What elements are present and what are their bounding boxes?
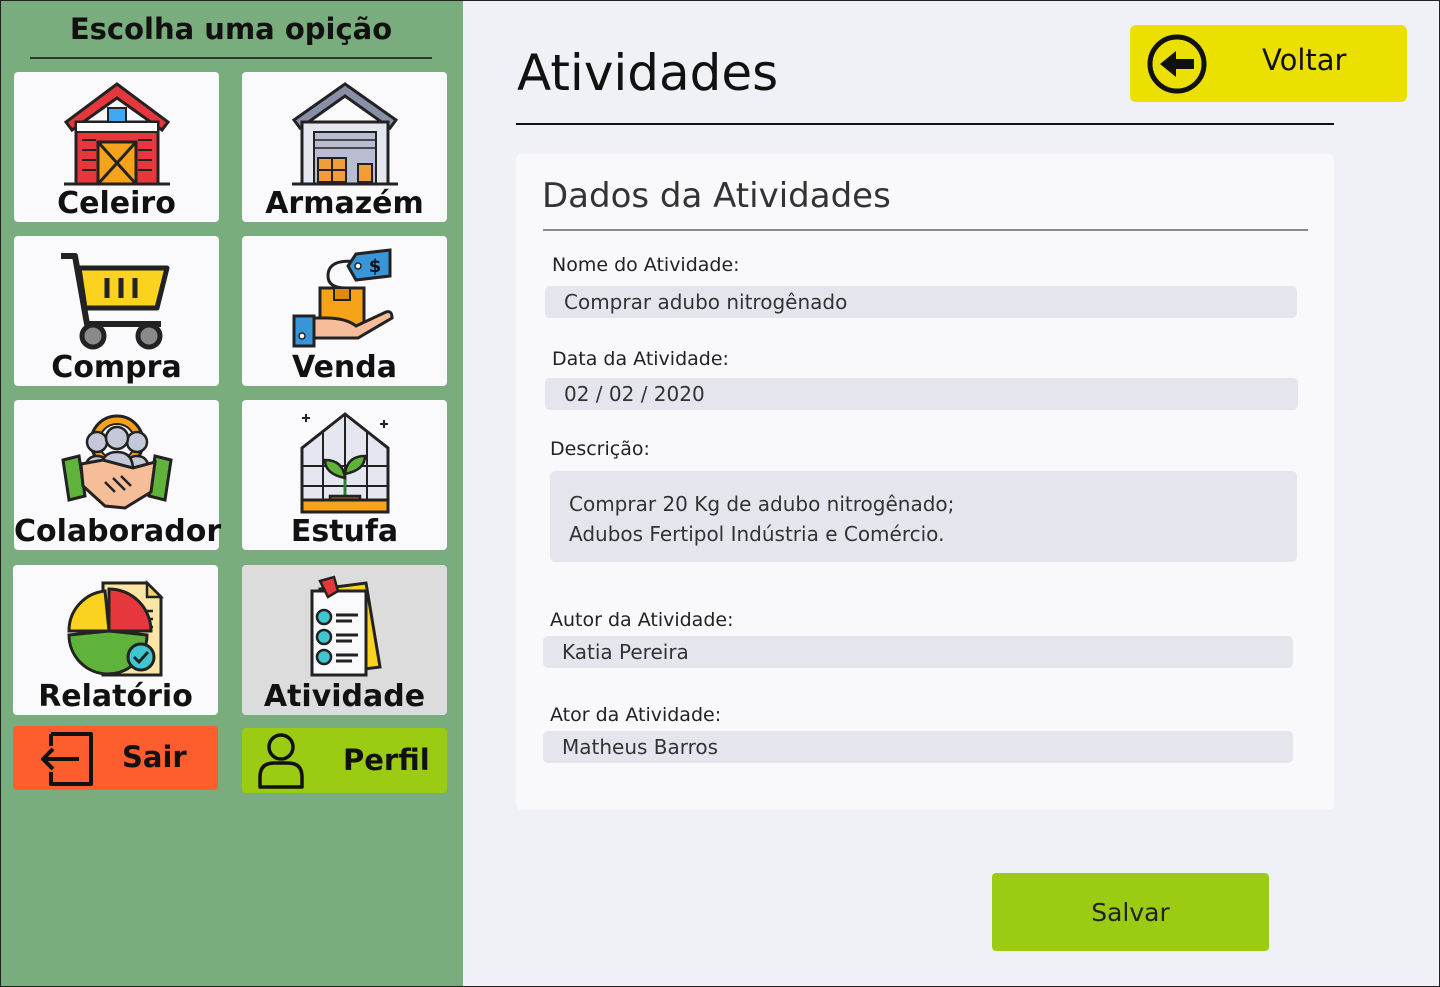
menu-tile-label: Estufa <box>290 514 399 549</box>
actor-label: Ator da Atividade: <box>550 704 722 726</box>
menu-tile-armazem[interactable]: Armazém <box>242 72 447 222</box>
sale-box-icon: $ <box>292 248 394 348</box>
menu-tile-label: Celeiro <box>57 186 176 221</box>
sidebar-title: Escolha uma opição <box>69 12 393 46</box>
menu-tile-label: Atividade <box>263 679 426 714</box>
description-line: Comprar 20 Kg de adubo nitrogênado; <box>569 492 955 516</box>
back-button[interactable]: Voltar <box>1130 25 1407 102</box>
save-button[interactable]: Salvar <box>992 873 1269 951</box>
actor-field[interactable]: Matheus Barros <box>543 731 1293 763</box>
sidebar-divider <box>30 57 432 59</box>
description-field[interactable]: Comprar 20 Kg de adubo nitrogênado; Adub… <box>550 471 1297 562</box>
logout-label: Sair <box>122 740 187 774</box>
handshake-team-icon <box>60 414 173 510</box>
menu-tile-celeiro[interactable]: Celeiro <box>14 72 219 222</box>
checklist-icon <box>310 575 382 677</box>
svg-text:$: $ <box>368 256 381 277</box>
greenhouse-icon <box>300 412 389 514</box>
menu-tile-atividade[interactable]: Atividade <box>242 565 447 715</box>
description-label: Descrição: <box>550 438 650 460</box>
title-divider <box>516 123 1334 125</box>
menu-tile-estufa[interactable]: Estufa <box>242 400 447 550</box>
date-label: Data da Atividade: <box>552 348 729 370</box>
menu-tile-compra[interactable]: Compra <box>14 236 219 386</box>
form-title: Dados da Atividades <box>542 176 891 216</box>
arrow-left-circle-icon <box>1147 34 1207 94</box>
report-chart-icon <box>66 579 164 677</box>
author-label: Autor da Atividade: <box>550 609 734 631</box>
menu-tile-label: Relatório <box>38 679 193 714</box>
user-icon <box>258 733 304 789</box>
profile-button[interactable]: Perfil <box>242 728 447 793</box>
shopping-cart-icon <box>60 253 169 350</box>
logout-icon <box>41 732 93 786</box>
menu-tile-label: Colaborador <box>14 514 222 549</box>
form-divider <box>543 229 1308 231</box>
logout-button[interactable]: Sair <box>13 726 218 790</box>
menu-tile-colaborador[interactable]: Colaborador <box>14 400 222 550</box>
author-field[interactable]: Katia Pereira <box>543 636 1293 668</box>
barn-icon <box>63 82 170 186</box>
menu-tile-label: Compra <box>51 350 182 385</box>
activity-form-card: Dados da Atividades Nome do Atividade: C… <box>516 154 1334 810</box>
profile-label: Perfil <box>343 743 430 777</box>
name-field[interactable]: Comprar adubo nitrogênado <box>545 286 1297 318</box>
menu-tile-label: Armazém <box>265 186 424 221</box>
back-label: Voltar <box>1262 43 1347 77</box>
menu-tile-relatorio[interactable]: Relatório <box>13 565 218 715</box>
sidebar: Escolha uma opição Celeiro Armazém Compr… <box>0 0 463 987</box>
menu-tile-venda[interactable]: $ Venda <box>242 236 447 386</box>
date-field[interactable]: 02 / 02 / 2020 <box>545 378 1298 410</box>
menu-tile-label: Venda <box>292 350 397 385</box>
page-title: Atividades <box>517 44 779 102</box>
warehouse-icon <box>291 82 398 186</box>
name-label: Nome do Atividade: <box>552 254 740 276</box>
description-line: Adubos Fertipol Indústria e Comércio. <box>569 522 945 546</box>
